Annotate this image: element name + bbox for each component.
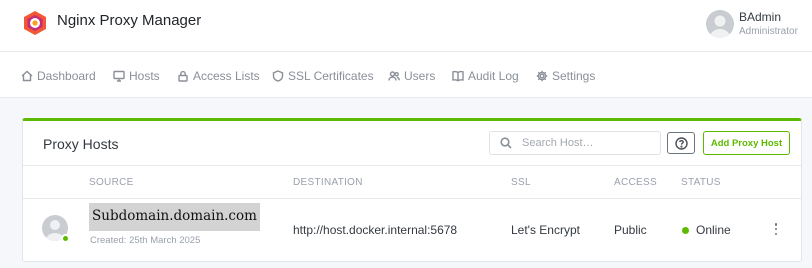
online-indicator-dot (61, 234, 70, 243)
destination-cell: http://host.docker.internal:5678 (293, 223, 458, 237)
user-role: Administrator (739, 26, 798, 37)
source-domain[interactable]: Subdomain.domain.com (89, 203, 260, 231)
row-actions-menu-icon[interactable] (771, 221, 781, 237)
column-header-status: STATUS (681, 177, 721, 188)
shield-icon (272, 70, 284, 82)
access-cell: Public (614, 223, 647, 237)
nav-item-dashboard[interactable]: Dashboard (21, 68, 96, 84)
column-header-source: SOURCE (89, 177, 134, 188)
nav-item-access-lists[interactable]: Access Lists (177, 68, 260, 84)
main-nav: Dashboard Hosts Access Lists SSL Certifi… (0, 52, 812, 98)
home-icon (21, 70, 33, 82)
nav-item-users[interactable]: Users (388, 68, 435, 84)
users-icon (388, 71, 400, 81)
nav-item-settings[interactable]: Settings (536, 68, 595, 84)
nav-item-label: SSL Certificates (288, 69, 374, 83)
nav-item-ssl-certificates[interactable]: SSL Certificates (272, 68, 374, 84)
gear-icon (536, 70, 548, 82)
nav-item-label: Hosts (129, 69, 160, 83)
nav-item-hosts[interactable]: Hosts (113, 68, 160, 84)
column-header-destination: DESTINATION (293, 177, 363, 188)
nav-item-label: Dashboard (37, 69, 96, 83)
add-proxy-host-button[interactable]: Add Proxy Host (703, 131, 790, 155)
nav-item-label: Access Lists (193, 69, 260, 83)
card-title: Proxy Hosts (43, 136, 119, 152)
help-button[interactable] (667, 132, 695, 154)
search-input[interactable] (522, 135, 656, 151)
user-name[interactable]: BAdmin (739, 10, 781, 24)
nav-item-label: Users (404, 69, 436, 83)
app-logo-icon[interactable] (23, 10, 47, 36)
app-title[interactable]: Nginx Proxy Manager (57, 12, 201, 29)
column-header-ssl: SSL (511, 177, 531, 188)
help-icon (674, 136, 688, 150)
column-header-access: ACCESS (614, 177, 657, 188)
top-header: Nginx Proxy Manager BAdmin Administrator (0, 0, 812, 52)
nav-item-label: Settings (552, 69, 596, 83)
proxy-hosts-card: Proxy Hosts Add Proxy Host SOURCE DESTIN… (22, 118, 802, 262)
lock-icon (178, 70, 188, 82)
owner-avatar (42, 215, 70, 243)
nav-item-audit-log[interactable]: Audit Log (452, 68, 519, 84)
created-date: Created: 25th March 2025 (90, 235, 201, 246)
search-icon (500, 137, 512, 149)
status-cell: Online (696, 223, 731, 237)
table-row[interactable]: Subdomain.domain.com Created: 25th March… (23, 199, 801, 261)
nav-item-label: Audit Log (468, 69, 519, 83)
user-avatar[interactable] (706, 10, 734, 38)
book-icon (452, 70, 464, 82)
monitor-icon (113, 70, 125, 82)
ssl-cell: Let's Encrypt (511, 223, 580, 237)
table-header: SOURCE DESTINATION SSL ACCESS STATUS (23, 165, 801, 199)
status-dot (682, 227, 689, 234)
search-box[interactable] (489, 131, 661, 155)
